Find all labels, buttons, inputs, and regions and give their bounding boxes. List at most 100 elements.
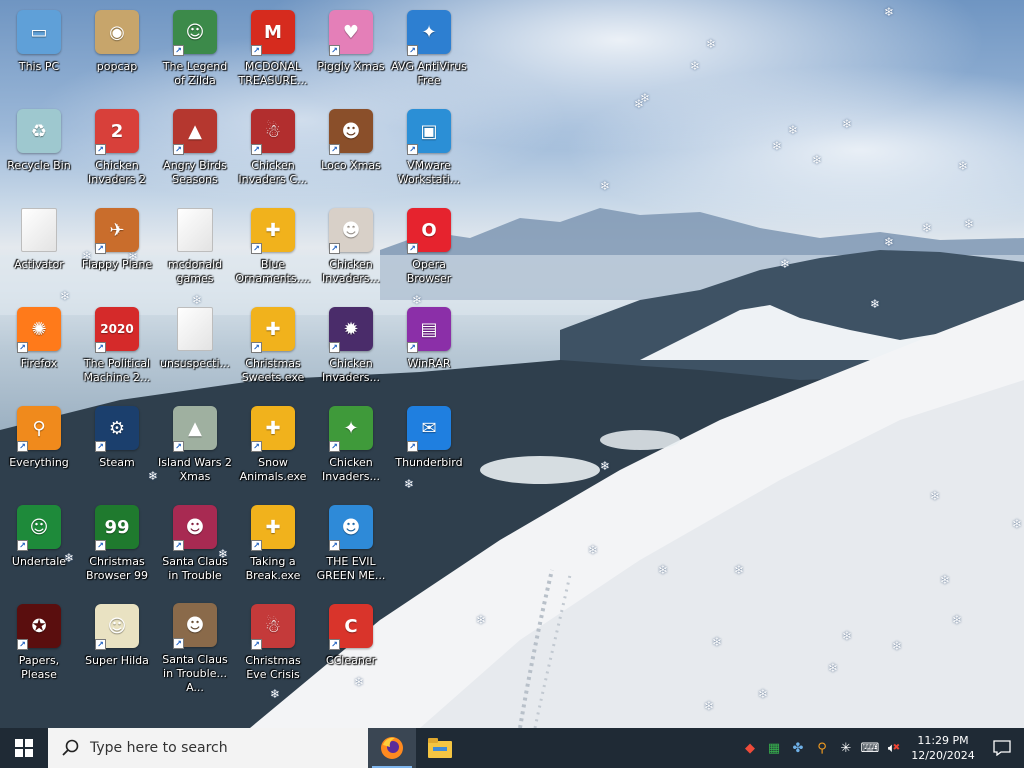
desktop-icon[interactable]: ✚ ↗ Taking a Break.exe (234, 499, 312, 595)
shortcut-arrow-icon: ↗ (17, 540, 28, 551)
colorful-app-icon[interactable]: ▦ (762, 728, 786, 768)
desktop-icon[interactable]: ✚ ↗ Blue Ornaments.... (234, 202, 312, 298)
snowflake-icon: ❄ (958, 159, 969, 173)
shortcut-arrow-icon: ↗ (95, 342, 106, 353)
angry-birds-seasons-icon: ▲ ↗ (171, 107, 219, 155)
shortcut-arrow-icon: ↗ (407, 342, 418, 353)
desktop-icon[interactable]: ▭ This PC (0, 4, 78, 100)
volume-muted-icon[interactable]: 🔈︎ ✖ (882, 728, 906, 768)
desktop-icon[interactable]: 2 ↗ Chicken Invaders 2 (78, 103, 156, 199)
keyboard-icon[interactable]: ⌨ (858, 728, 882, 768)
desktop-icon[interactable]: ☺ ↗ The Legend of Zilda (156, 4, 234, 100)
desktop-icon[interactable]: ☻ ↗ Chicken Invaders... (312, 202, 390, 298)
snowflake-icon: ❄ (600, 179, 611, 193)
desktop-icon-label: Christmas Sweets.exe (241, 357, 305, 384)
desktop-icon[interactable]: Activator (0, 202, 78, 298)
taskbar-search-box[interactable]: Type here to search (48, 728, 368, 768)
evil-green-messenger-icon: ☻ ↗ (327, 503, 375, 551)
snowflake-icon: ❄ (930, 489, 941, 503)
desktop-icon[interactable]: ✈ ↗ Flappy Plane (78, 202, 156, 298)
desktop-icon[interactable]: ♥ ↗ Piggly Xmas (312, 4, 390, 100)
desktop-icon-label: Flappy Plane (81, 258, 153, 271)
desktop-icon[interactable]: ▣ ↗ VMware Workstati... (390, 103, 468, 199)
shortcut-arrow-icon: ↗ (95, 144, 106, 155)
desktop-icon[interactable]: ▤ ↗ WinRAR (390, 301, 468, 397)
desktop-icon-label: Chicken Invaders... (322, 456, 380, 483)
desktop-icon[interactable]: M ↗ MCDONAL TREASURE... (234, 4, 312, 100)
desktop-icon[interactable]: ✉ ↗ Thunderbird (390, 400, 468, 496)
desktop-icon[interactable]: ⚙ ↗ Steam (78, 400, 156, 496)
notification-icon (993, 740, 1011, 756)
desktop-icon[interactable]: C ↗ CCleaner (312, 598, 390, 694)
shortcut-arrow-icon: ↗ (251, 243, 262, 254)
notification-center-button[interactable] (980, 728, 1024, 768)
desktop-icon-label: Santa Claus in Trouble (162, 555, 228, 582)
everything-tray-icon[interactable]: ⚲ (810, 728, 834, 768)
firefox-taskbar-icon (381, 737, 403, 759)
desktop-icon[interactable]: ✺ ↗ Firefox (0, 301, 78, 397)
desktop-icon[interactable]: ☺ ↗ Undertale (0, 499, 78, 595)
desktop-icon[interactable]: ✹ ↗ Chicken Invaders... (312, 301, 390, 397)
taskbar: Type here to search ◆ ▦ ✤ ⚲ ✳ ⌨ 🔈︎ ✖ 11:2… (0, 728, 1024, 768)
desktop-icon[interactable]: ✪ ↗ Papers, Please (0, 598, 78, 694)
unsuspecting-file-icon (171, 305, 219, 353)
desktop-icon[interactable]: 2020 ↗ The Political Machine 2... (78, 301, 156, 397)
brightness-icon[interactable]: ✳ (834, 728, 858, 768)
shortcut-arrow-icon: ↗ (329, 639, 340, 650)
desktop-icon[interactable]: ☃ ↗ Christmas Eve Crisis (234, 598, 312, 694)
desktop-icon[interactable]: ☻ ↗ Santa Claus in Trouble... A... (156, 598, 234, 694)
desktop-icon[interactable]: ✦ ↗ Chicken Invaders... (312, 400, 390, 496)
desktop-icon[interactable]: ✦ ↗ AVG AntiVirus Free (390, 4, 468, 100)
desktop-icon[interactable]: mcdonald games (156, 202, 234, 298)
desktop-icon[interactable]: ☻ ↗ Santa Claus in Trouble (156, 499, 234, 595)
snowflake-icon: ❄ (734, 563, 745, 577)
desktop-icon[interactable]: ⚲ ↗ Everything (0, 400, 78, 496)
desktop-icon-label: Piggly Xmas (317, 60, 385, 73)
desktop-icon[interactable]: ☺ ↗ Super Hilda (78, 598, 156, 694)
shortcut-arrow-icon: ↗ (329, 45, 340, 56)
taskbar-app-file-explorer[interactable] (416, 728, 464, 768)
network-app-icon[interactable]: ✤ (786, 728, 810, 768)
chicken-invaders-c-icon: ☃ ↗ (249, 107, 297, 155)
desktop-icon[interactable]: ☃ ↗ Chicken Invaders C... (234, 103, 312, 199)
desktop-icon[interactable]: ♻ Recycle Bin (0, 103, 78, 199)
desktop-icon-label: Opera Browser (406, 258, 452, 285)
shortcut-arrow-icon: ↗ (95, 639, 106, 650)
desktop-icon[interactable]: O ↗ Opera Browser (390, 202, 468, 298)
shortcut-arrow-icon: ↗ (251, 342, 262, 353)
snowflake-icon: ❄ (870, 297, 881, 311)
desktop-icon-label: Santa Claus in Trouble... A... (162, 652, 228, 694)
anydesk-icon[interactable]: ◆ (738, 728, 762, 768)
desktop-icon[interactable]: ◉ popcap (78, 4, 156, 100)
start-button[interactable] (0, 728, 48, 768)
desktop-icon[interactable]: unsuspecti... (156, 301, 234, 397)
shortcut-arrow-icon: ↗ (17, 342, 28, 353)
shortcut-arrow-icon: ↗ (251, 144, 262, 155)
everything-search-icon: ⚲ ↗ (15, 404, 63, 452)
desktop-icon[interactable]: ▲ ↗ Angry Birds Seasons (156, 103, 234, 199)
file-explorer-icon (428, 738, 452, 758)
desktop-icon-label: Angry Birds Seasons (163, 159, 227, 186)
taskbar-app-firefox[interactable] (368, 728, 416, 768)
snowflake-icon: ❄ (940, 573, 951, 587)
shortcut-arrow-icon: ↗ (173, 45, 184, 56)
desktop-icon-label: Thunderbird (395, 456, 463, 469)
desktop-icon[interactable]: ✚ ↗ Christmas Sweets.exe (234, 301, 312, 397)
windows-logo-icon (15, 739, 33, 757)
taking-a-break-icon: ✚ ↗ (249, 503, 297, 551)
shortcut-arrow-icon: ↗ (173, 540, 184, 551)
snowflake-icon: ❄ (704, 699, 715, 713)
desktop-icon[interactable]: ☻ ↗ Loco Xmas (312, 103, 390, 199)
taskbar-clock[interactable]: 11:29 PM 12/20/2024 (906, 728, 980, 768)
shortcut-arrow-icon: ↗ (407, 45, 418, 56)
snowflake-icon: ❄ (712, 635, 723, 649)
desktop-icon-label: AVG AntiVirus Free (391, 60, 467, 87)
desktop-icon[interactable]: ✚ ↗ Snow Animals.exe (234, 400, 312, 496)
desktop-icon-label: Firefox (20, 357, 58, 370)
desktop-icon-label: The Political Machine 2... (83, 357, 151, 384)
desktop-icon[interactable]: ▲ ↗ Island Wars 2 Xmas (156, 400, 234, 496)
snowflake-icon: ❄ (476, 613, 487, 627)
desktop-icon[interactable]: 99 ↗ Christmas Browser 99 (78, 499, 156, 595)
shortcut-arrow-icon: ↗ (329, 342, 340, 353)
desktop-icon[interactable]: ☻ ↗ THE EVIL GREEN ME... (312, 499, 390, 595)
